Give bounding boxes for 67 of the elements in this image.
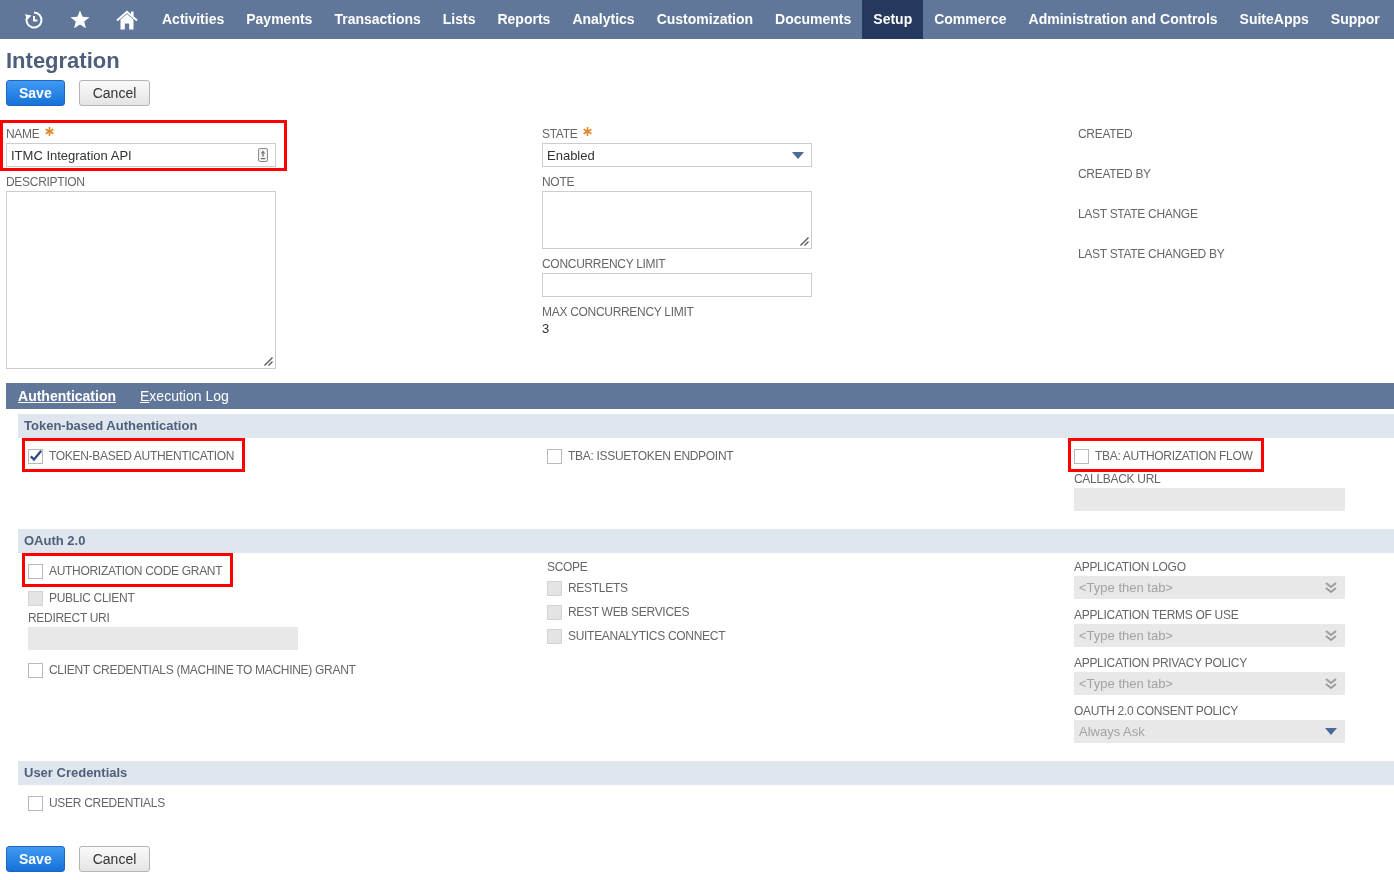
- history-icon[interactable]: [24, 9, 44, 30]
- nav-menu-item[interactable]: Documents: [764, 0, 863, 39]
- field-label: CONCURRENCY LIMIT: [542, 256, 666, 273]
- text-field[interactable]: ITMC Integration API: [6, 143, 276, 167]
- checkbox[interactable]: [28, 795, 43, 811]
- cancel-button[interactable]: Cancel: [78, 846, 151, 872]
- tab[interactable]: Execution Log: [128, 383, 241, 409]
- tab[interactable]: Authentication: [6, 383, 128, 409]
- checkbox[interactable]: [1074, 448, 1089, 464]
- section-header: Token-based Authentication: [18, 414, 1394, 438]
- field-label: APPLICATION LOGO: [1074, 559, 1186, 576]
- caret-down-icon[interactable]: [792, 151, 804, 159]
- checkbox[interactable]: [28, 563, 43, 579]
- checkbox-label: REST WEB SERVICES: [568, 605, 690, 619]
- field-label: DESCRIPTION: [6, 174, 85, 191]
- section-header: OAuth 2.0: [18, 529, 1394, 553]
- nav-menu-item[interactable]: Suppor: [1319, 0, 1391, 39]
- field-label: STATE: [542, 126, 578, 143]
- dropdown[interactable]: Enabled: [542, 143, 812, 167]
- nav-menu-item[interactable]: Setup: [862, 0, 924, 39]
- nav-menu-item[interactable]: Customization: [645, 0, 765, 39]
- field-label: REDIRECT URI: [28, 610, 110, 627]
- checkbox-label: TBA: ISSUETOKEN ENDPOINT: [568, 449, 734, 463]
- checkbox[interactable]: [28, 448, 43, 464]
- field-label: LAST STATE CHANGE: [1078, 206, 1198, 223]
- checkbox-label: SUITEANALYTICS CONNECT: [568, 629, 726, 643]
- field-label: CREATED BY: [1078, 166, 1151, 183]
- star-icon[interactable]: [70, 10, 90, 29]
- field-label: LAST STATE CHANGED BY: [1078, 246, 1225, 263]
- checkbox[interactable]: [28, 662, 43, 678]
- nav-menu-item[interactable]: Payments: [235, 0, 324, 39]
- nav-menu-item[interactable]: Transactions: [323, 0, 432, 39]
- nav-menu-item[interactable]: Commerce: [923, 0, 1018, 39]
- checkbox-label: AUTHORIZATION CODE GRANT: [49, 564, 223, 578]
- nav-menu-item[interactable]: Administration and Controls: [1017, 0, 1229, 39]
- field-label: APPLICATION PRIVACY POLICY: [1074, 655, 1247, 672]
- field-label: SCOPE: [547, 559, 588, 576]
- checkbox-label: TBA: AUTHORIZATION FLOW: [1095, 449, 1253, 463]
- cancel-button[interactable]: Cancel: [78, 80, 151, 106]
- nav-menu-item[interactable]: Analytics: [561, 0, 646, 39]
- nav-menu-item[interactable]: SuiteApps: [1228, 0, 1320, 39]
- field-label: OAUTH 2.0 CONSENT POLICY: [1074, 703, 1238, 720]
- field-label: APPLICATION TERMS OF USE: [1074, 607, 1239, 624]
- field-label: MAX CONCURRENCY LIMIT: [542, 304, 694, 321]
- text-field[interactable]: [542, 273, 812, 297]
- checkbox-label: USER CREDENTIALS: [49, 796, 165, 810]
- field-label: NOTE: [542, 174, 575, 191]
- nav-menu-item[interactable]: Activities: [151, 0, 236, 39]
- nav-menu-item[interactable]: Reports: [486, 0, 562, 39]
- checkbox[interactable]: [547, 448, 562, 464]
- arrow-tile-icon[interactable]: [258, 148, 268, 162]
- resize-grip-icon[interactable]: [799, 236, 809, 246]
- field-label: CALLBACK URL: [1074, 471, 1161, 488]
- save-button[interactable]: Save: [6, 80, 65, 106]
- home-icon[interactable]: [116, 9, 138, 30]
- checkbox-label: PUBLIC CLIENT: [49, 591, 135, 605]
- nav-menu-item[interactable]: Lists: [431, 0, 487, 39]
- checkbox-label: RESTLETS: [568, 581, 628, 595]
- field-label: CREATED: [1078, 126, 1133, 143]
- section-header: User Credentials: [18, 761, 1394, 785]
- save-button[interactable]: Save: [6, 846, 65, 872]
- checkbox-label: TOKEN-BASED AUTHENTICATION: [49, 449, 235, 463]
- field-label: NAME: [6, 126, 40, 143]
- resize-grip-icon[interactable]: [263, 356, 273, 366]
- field-value: 3: [542, 321, 551, 337]
- page-title: Integration: [6, 48, 121, 74]
- checkbox-label: CLIENT CREDENTIALS (MACHINE TO MACHINE) GRANT: [49, 663, 356, 677]
